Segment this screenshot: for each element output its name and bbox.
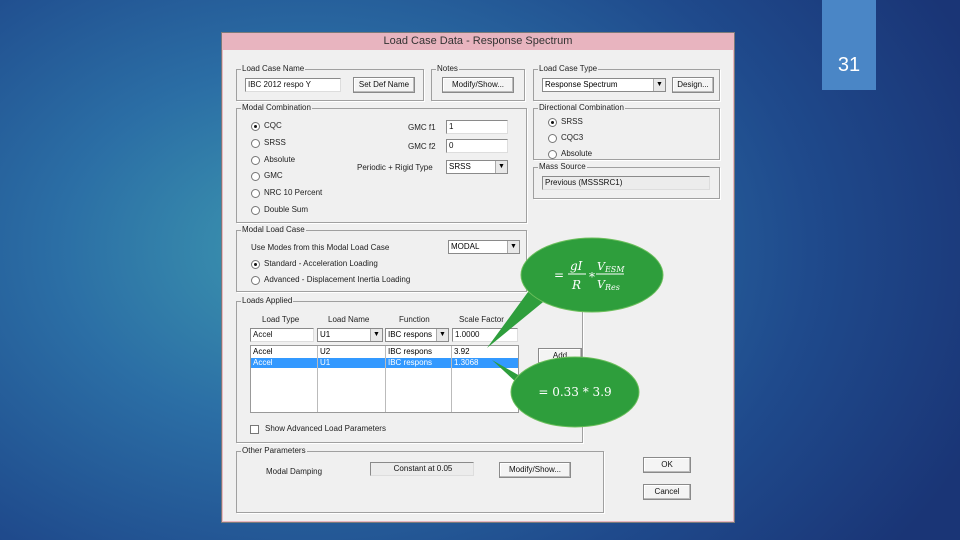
gmc-label: GMC (264, 171, 283, 180)
dir-absolute-label: Absolute (561, 149, 593, 158)
chevron-down-icon: ▼ (495, 161, 507, 173)
modal-combination-legend: Modal Combination (241, 102, 312, 114)
load-type-edit-input[interactable]: Accel (250, 328, 314, 342)
standard-acceleration-radio[interactable] (251, 260, 260, 269)
other-params-modify-show-button[interactable]: Modify/Show... (499, 462, 571, 478)
periodic-rigid-type-value: SRSS (449, 162, 471, 171)
gmc-f1-label: GMC f1 (408, 123, 436, 132)
row2-load-name: U1 (318, 358, 385, 368)
loads-table: Accel U2 IBC respons 3.92 Accel U1 IBC r… (250, 345, 519, 413)
table-row[interactable]: Accel U1 IBC respons 1.3068 (251, 358, 518, 368)
nrc-10-percent-radio[interactable] (251, 189, 260, 198)
directional-combination-group: Directional Combination SRSS CQC3 Absolu… (533, 102, 720, 160)
other-parameters-legend: Other Parameters (241, 445, 307, 457)
directional-combination-legend: Directional Combination (538, 102, 625, 114)
show-advanced-label: Show Advanced Load Parameters (265, 424, 386, 433)
function-edit-value: IBC respons (388, 330, 433, 339)
row2-scale-factor: 1.3068 (452, 358, 518, 368)
srss-label: SRSS (264, 138, 286, 147)
load-name-edit-value: U1 (320, 330, 331, 339)
modal-load-case-group: Modal Load Case Use Modes from this Moda… (236, 224, 527, 292)
row1-load-type: Accel (253, 347, 273, 356)
mass-source-field: Previous (MSSSRC1) (542, 176, 710, 190)
chevron-down-icon: ▼ (507, 241, 519, 253)
modal-case-select[interactable]: MODAL ▼ (448, 240, 520, 254)
header-function: Function (399, 315, 430, 324)
cqc-label: CQC (264, 121, 282, 130)
ok-button[interactable]: OK (643, 457, 691, 473)
cancel-button[interactable]: Cancel (643, 484, 691, 500)
gmc-f1-input[interactable]: 1 (446, 120, 508, 134)
mass-source-group: Mass Source Previous (MSSSRC1) (533, 161, 720, 199)
set-def-name-button[interactable]: Set Def Name (353, 77, 415, 93)
double-sum-label: Double Sum (264, 205, 309, 214)
row1-load-name: U2 (320, 347, 331, 356)
dir-absolute-radio[interactable] (548, 150, 557, 159)
double-sum-radio[interactable] (251, 206, 260, 215)
absolute-label: Absolute (264, 155, 296, 164)
notes-legend: Notes (436, 63, 459, 75)
load-case-dialog: Load Case Data - Response Spectrum Load … (221, 32, 735, 523)
standard-acceleration-label: Standard - Acceleration Loading (264, 259, 378, 268)
notes-group: Notes Modify/Show... (431, 63, 525, 101)
show-advanced-checkbox[interactable] (250, 425, 259, 434)
modal-case-value: MODAL (451, 242, 480, 251)
load-name-edit-select[interactable]: U1 ▼ (317, 328, 383, 342)
advanced-displacement-radio[interactable] (251, 276, 260, 285)
loads-applied-legend: Loads Applied (241, 295, 294, 307)
srss-radio[interactable] (251, 139, 260, 148)
chevron-down-icon: ▼ (370, 329, 382, 341)
advanced-displacement-label: Advanced - Displacement Inertia Loading (264, 275, 411, 284)
load-case-name-input[interactable]: IBC 2012 respo Y (245, 78, 341, 92)
cqc3-radio[interactable] (548, 134, 557, 143)
cqc3-label: CQC3 (561, 133, 584, 142)
loads-applied-group: Loads Applied Load Type Load Name Functi… (236, 295, 583, 443)
gmc-f2-input[interactable]: 0 (446, 139, 508, 153)
dir-srss-label: SRSS (561, 117, 583, 126)
load-case-type-select[interactable]: Response Spectrum ▼ (542, 78, 666, 92)
design-button[interactable]: Design... (672, 77, 714, 93)
modal-damping-label: Modal Damping (266, 467, 323, 476)
load-case-name-legend: Load Case Name (241, 63, 306, 75)
load-case-type-legend: Load Case Type (538, 63, 599, 75)
chevron-down-icon: ▼ (436, 329, 448, 341)
gmc-f2-label: GMC f2 (408, 142, 436, 151)
row2-function: IBC respons (386, 358, 451, 368)
gmc-radio[interactable] (251, 172, 260, 181)
table-row[interactable]: Accel U2 IBC respons 3.92 (251, 347, 518, 357)
scale-factor-edit-input[interactable]: 1.0000 (452, 328, 518, 342)
add-button[interactable]: Add (538, 348, 582, 364)
load-case-name-group: Load Case Name IBC 2012 respo Y Set Def … (236, 63, 424, 101)
notes-modify-show-button[interactable]: Modify/Show... (442, 77, 514, 93)
modal-load-case-legend: Modal Load Case (241, 224, 306, 236)
other-parameters-group: Other Parameters Modal Damping Constant … (236, 445, 604, 513)
row1-scale-factor: 3.92 (454, 347, 470, 356)
load-case-type-value: Response Spectrum (545, 80, 618, 89)
periodic-rigid-type-select[interactable]: SRSS ▼ (446, 160, 508, 174)
modal-damping-field: Constant at 0.05 (370, 462, 474, 476)
use-modes-label: Use Modes from this Modal Load Case (251, 243, 390, 252)
header-scale-factor: Scale Factor (459, 315, 504, 324)
header-load-name: Load Name (328, 315, 370, 324)
dialog-title: Load Case Data - Response Spectrum (222, 33, 734, 50)
header-load-type: Load Type (262, 315, 300, 324)
modal-combination-group: Modal Combination CQC SRSS Absolute GMC … (236, 102, 527, 223)
dir-srss-radio[interactable] (548, 118, 557, 127)
mass-source-legend: Mass Source (538, 161, 587, 173)
slide-number: 31 (822, 0, 876, 90)
function-edit-select[interactable]: IBC respons ▼ (385, 328, 449, 342)
cqc-radio[interactable] (251, 122, 260, 131)
periodic-rigid-type-label: Periodic + Rigid Type (357, 163, 433, 172)
load-case-type-group: Load Case Type Response Spectrum ▼ Desig… (533, 63, 720, 101)
nrc-10-percent-label: NRC 10 Percent (264, 188, 323, 197)
chevron-down-icon: ▼ (653, 79, 665, 91)
absolute-radio[interactable] (251, 156, 260, 165)
row1-function: IBC respons (388, 347, 433, 356)
row2-load-type: Accel (251, 358, 317, 368)
